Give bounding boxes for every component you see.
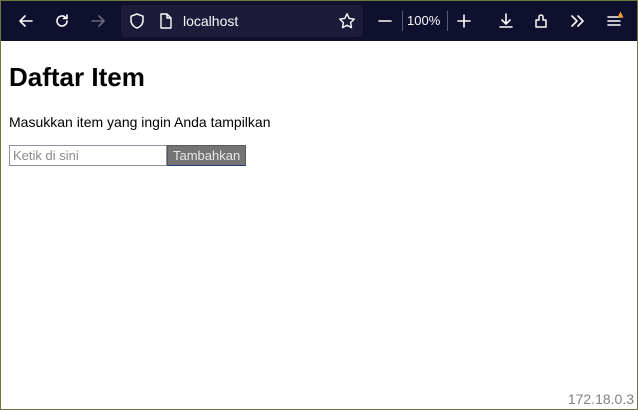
page-description: Masukkan item yang ingin Anda tampilkan <box>9 114 271 130</box>
add-button[interactable]: Tambahkan <box>167 145 247 166</box>
page-icon[interactable] <box>157 12 175 30</box>
item-input[interactable] <box>9 145 167 166</box>
downloads-button[interactable] <box>492 7 520 35</box>
shield-icon[interactable] <box>128 12 146 30</box>
browser-toolbar: localhost 100% <box>1 1 637 41</box>
page-title: Daftar Item <box>9 62 145 92</box>
notification-badge <box>617 11 624 18</box>
ip-address: 172.18.0.3 <box>567 391 634 407</box>
extensions-icon <box>535 14 547 28</box>
add-item-form: Tambahkan <box>9 145 629 166</box>
url-bar[interactable]: localhost <box>121 5 363 37</box>
page-content: Daftar Item Masukkan item yang ingin And… <box>9 41 629 166</box>
reload-button[interactable] <box>48 7 76 35</box>
extensions-button[interactable] <box>528 7 556 35</box>
reload-icon <box>56 14 68 27</box>
separator <box>447 11 448 31</box>
back-button[interactable] <box>12 7 40 35</box>
overflow-button[interactable] <box>563 7 591 35</box>
zoom-level[interactable]: 100% <box>407 13 440 28</box>
star-icon[interactable] <box>338 12 356 30</box>
back-icon <box>19 15 33 27</box>
zoom-out-button[interactable] <box>371 7 399 35</box>
separator <box>402 11 403 31</box>
browser-window: localhost 100% Daftar Item Masukkan item… <box>0 0 638 410</box>
download-icon <box>499 13 513 28</box>
zoom-out-icon <box>378 20 392 22</box>
zoom-in-button[interactable] <box>450 7 478 35</box>
url-text[interactable]: localhost <box>183 13 238 29</box>
forward-button[interactable] <box>84 7 112 35</box>
overflow-icon <box>571 15 584 27</box>
forward-icon <box>91 15 105 27</box>
zoom-in-icon <box>457 14 471 28</box>
